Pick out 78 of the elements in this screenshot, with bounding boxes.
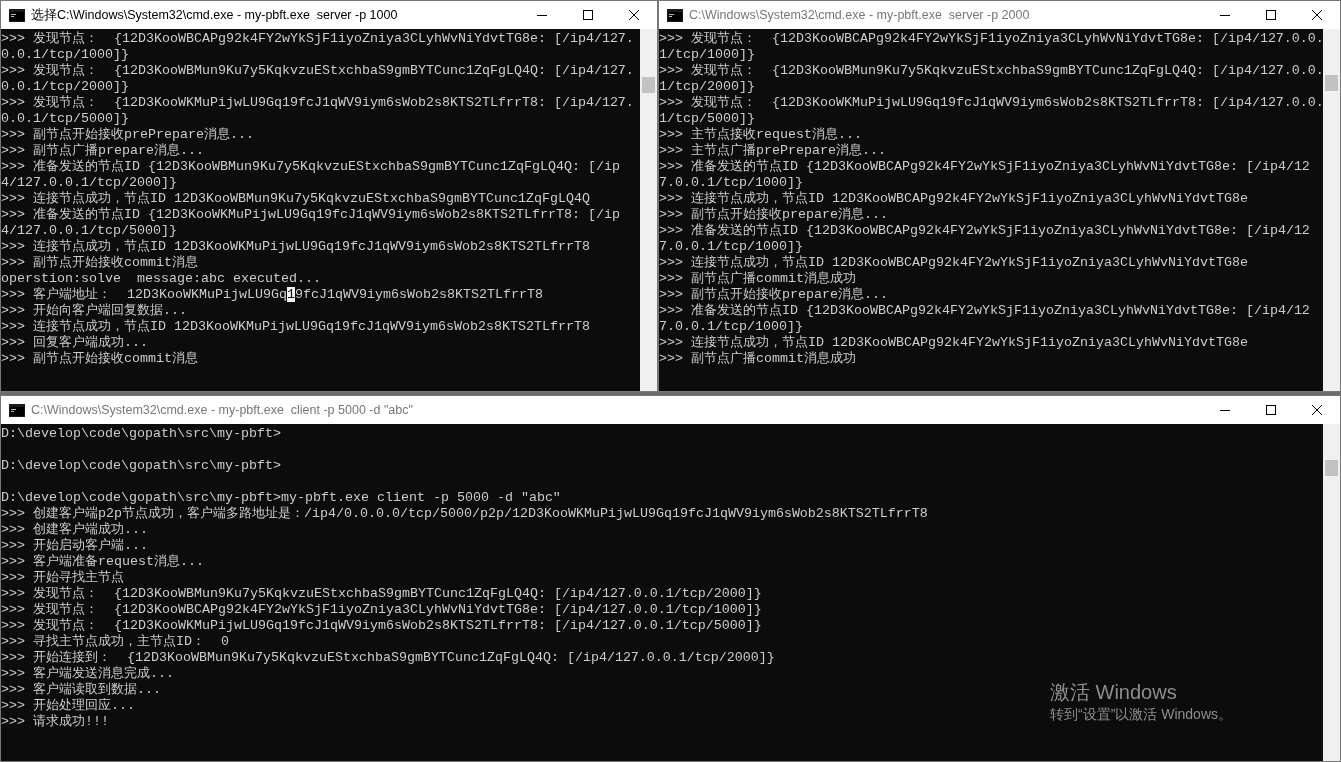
scrollbar[interactable] [1323,29,1340,391]
close-icon [1312,10,1322,20]
console-line: >>> 发现节点： {12D3KooWBCAPg92k4FY2wYkSjF1iyoZniya3CLyhWvNiYdvtTG8e: [/ip4/127.0.0. [659,31,1323,47]
console-line: D:\develop\code\gopath\src\my-pbft>my-pbft.exe client -p 5000 -d "abc" [1,490,561,506]
console-line: 0.0.1/tcp/1000]} [1,47,129,63]
console-line: 1/tcp/2000]} [659,79,755,95]
console-line: >>> 开始寻找主节点 [1,570,124,586]
console-line: >>> 发现节点： {12D3KooWBMun9Ku7y5KqkvzuEStxchbaS9gmBYTCunc1ZqFgLQ4Q: [/ip4/127.0.0. [659,63,1323,79]
console-line: >>> 发现节点： {12D3KooWBCAPg92k4FY2wYkSjF1iyoZniya3CLyhWvNiYdvtTG8e: [/ip4/127.0.0.1/tcp/1000]} [1,602,762,618]
window-title: 选择C:\Windows\System32\cmd.exe - my-pbft.exe server -p 1000 [31,6,399,24]
console-line: >>> 副节点广播commit消息成功 [659,271,856,287]
console-line: D:\develop\code\gopath\src\my-pbft> [1,458,281,474]
scrollbar[interactable] [1323,424,1340,761]
console-line: 7.0.0.1/tcp/1000]} [659,239,803,255]
console-line: >>> 开始向客户端回复数据... [1,303,187,319]
console-line: >>> 发现节点： {12D3KooWBCAPg92k4FY2wYkSjF1iyoZniya3CLyhWvNiYdvtTG8e: [/ip4/127. [1,31,634,47]
console-line: >>> 连接节点成功，节点ID 12D3KooWBCAPg92k4FY2wYkSjF1iyoZniya3CLyhWvNiYdvtTG8e [659,255,1248,271]
console-line: >>> 创建客户端成功... [1,522,148,538]
console-line: >>> 副节点开始接收prepare消息... [659,287,888,303]
console-line: >>> 主节点接收request消息... [659,127,862,143]
console-line: >>> 客户端准备request消息... [1,554,204,570]
console-line: >>> 副节点广播prepare消息... [1,143,204,159]
close-icon [1312,405,1322,415]
console-line: >>> 发现节点： {12D3KooWBMun9Ku7y5KqkvzuEStxchbaS9gmBYTCunc1ZqFgLQ4Q: [/ip4/127.0.0.1/tcp/2000]} [1,586,762,602]
console-line: 7.0.0.1/tcp/1000]} [659,319,803,335]
console-line: >>> 回复客户端成功... [1,335,148,351]
activation-subtitle: 转到“设置”以激活 Windows。 [1050,705,1232,724]
console-line: >>> 连接节点成功，节点ID 12D3KooWBCAPg92k4FY2wYkSjF1iyoZniya3CLyhWvNiYdvtTG8e [659,335,1248,351]
window-title: C:\Windows\System32\cmd.exe - my-pbft.exe server -p 2000 [689,6,1031,24]
console-line: >>> 副节点开始接收commit消息 [1,351,198,367]
console-line: >>> 创建客户端p2p节点成功，客户端多路地址是：/ip4/0.0.0.0/tcp/5000/p2p/12D3KooWKMuPijwLU9Gq19fcJ1qWV9iym6sWob2s8KTS2TLfrrT8 [1,506,928,522]
console-line: 0.0.1/tcp/2000]} [1,79,129,95]
console-line: >>> 副节点开始接收commit消息 [1,255,198,271]
terminal-icon [9,8,25,22]
window-title: C:\Windows\System32\cmd.exe - my-pbft.exe client -p 5000 -d "abc" [31,401,414,419]
console-line: >>> 发现节点： {12D3KooWBMun9Ku7y5KqkvzuEStxchbaS9gmBYTCunc1ZqFgLQ4Q: [/ip4/127. [1,63,634,79]
minimize-icon [1220,14,1230,16]
maximize-icon [583,10,593,20]
minimize-icon [1220,409,1230,411]
console-line: >>> 准备发送的节点ID {12D3KooWBCAPg92k4FY2wYkSjF1iyoZniya3CLyhWvNiYdvtTG8e: [/ip4/12 [659,223,1310,239]
console-line: >>> 连接节点成功，节点ID 12D3KooWBCAPg92k4FY2wYkSjF1iyoZniya3CLyhWvNiYdvtTG8e [659,191,1248,207]
terminal-icon [667,8,683,22]
console-line: 0.0.1/tcp/5000]} [1,111,129,127]
console-line: D:\develop\code\gopath\src\my-pbft> [1,426,281,442]
console-line: >>> 发现节点： {12D3KooWKMuPijwLU9Gq19fcJ1qWV9iym6sWob2s8KTS2TLfrrT8: [/ip4/127. [1,95,634,111]
maximize-icon [1266,10,1276,20]
console-line: >>> 客户端读取到数据... [1,682,161,698]
console-line: >>> 开始启动客户端... [1,538,148,554]
console-line: >>> 开始连接到： {12D3KooWBMun9Ku7y5KqkvzuEStxchbaS9gmBYTCunc1ZqFgLQ4Q: [/ip4/127.0.0.1/tcp/2000]} [1,650,775,666]
console-line: >>> 连接节点成功，节点ID 12D3KooWBMun9Ku7y5KqkvzuEStxchbaS9gmBYTCunc1ZqFgLQ4Q [1,191,590,207]
console-line: 7.0.0.1/tcp/1000]} [659,175,803,191]
console-line: >>> 准备发送的节点ID {12D3KooWBCAPg92k4FY2wYkSjF1iyoZniya3CLyhWvNiYdvtTG8e: [/ip4/12 [659,303,1310,319]
terminal-icon [9,403,25,417]
console-line: >>> 客户端发送消息完成... [1,666,174,682]
activation-title: 激活 Windows [1050,680,1177,704]
console-line: >>> 连接节点成功，节点ID 12D3KooWKMuPijwLU9Gq19fcJ1qWV9iym6sWob2s8KTS2TLfrrT8 [1,239,590,255]
console-line: >>> 准备发送的节点ID {12D3KooWBCAPg92k4FY2wYkSjF1iyoZniya3CLyhWvNiYdvtTG8e: [/ip4/12 [659,159,1310,175]
console-line: >>> 主节点广播prePrepare消息... [659,143,886,159]
console-line: >>> 连接节点成功，节点ID 12D3KooWKMuPijwLU9Gq19fcJ1qWV9iym6sWob2s8KTS2TLfrrT8 [1,319,590,335]
console-line: 4/127.0.0.1/tcp/2000]} [1,175,177,191]
console-line: >>> 副节点开始接收prePrepare消息... [1,127,254,143]
console-line: 4/127.0.0.1/tcp/5000]} [1,223,177,239]
console-line: >>> 副节点开始接收prepare消息... [659,207,888,223]
console-line: >>> 发现节点： {12D3KooWKMuPijwLU9Gq19fcJ1qWV9iym6sWob2s8KTS2TLfrrT8: [/ip4/127.0.0.1/tcp/5000]} [1,618,762,634]
console-line: >>> 发现节点： {12D3KooWKMuPijwLU9Gq19fcJ1qWV9iym6sWob2s8KTS2TLfrrT8: [/ip4/127.0.0. [659,95,1323,111]
console-line: >>> 准备发送的节点ID {12D3KooWKMuPijwLU9Gq19fcJ1qWV9iym6sWob2s8KTS2TLfrrT8: [/ip [1,207,620,223]
console-line: >>> 寻找主节点成功，主节点ID： 0 [1,634,229,650]
close-icon [629,10,639,20]
console-line: operstion:solve message:abc executed... [1,271,321,287]
console-line: 1/tcp/1000]} [659,47,755,63]
console-line: >>> 副节点广播commit消息成功 [659,351,856,367]
maximize-icon [1266,405,1276,415]
minimize-icon [537,14,547,16]
scrollbar[interactable] [640,29,657,391]
console-line: >>> 准备发送的节点ID {12D3KooWBMun9Ku7y5KqkvzuEStxchbaS9gmBYTCunc1ZqFgLQ4Q: [/ip [1,159,620,175]
console-line: >>> 请求成功!!! [1,714,109,730]
console-line: >>> 开始处理回应... [1,698,135,714]
console-line: 1/tcp/5000]} [659,111,755,127]
